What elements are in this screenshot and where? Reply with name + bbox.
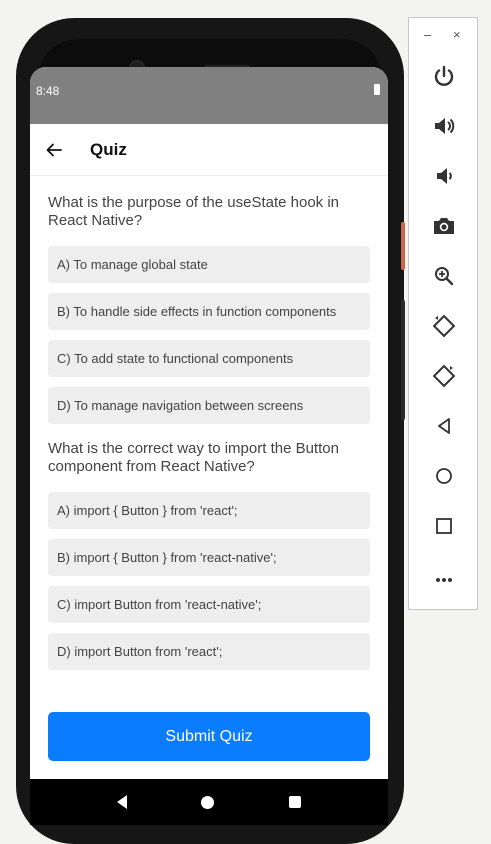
device-screen: 8:48 Quiz What is the purpose of the use… xyxy=(30,67,388,779)
close-button[interactable]: × xyxy=(453,28,461,41)
zoom-in-icon[interactable] xyxy=(409,259,479,293)
question-block: What is the purpose of the useState hook… xyxy=(48,194,370,424)
more-icon[interactable] xyxy=(409,563,479,597)
answer-option[interactable]: B) import { Button } from 'react-native'… xyxy=(48,539,370,576)
nav-back-icon[interactable] xyxy=(117,795,128,809)
rotate-right-icon[interactable] xyxy=(409,359,479,393)
emulator-toolbar: – × xyxy=(408,17,478,610)
quiz-list[interactable]: What is the purpose of the useState hook… xyxy=(30,176,388,686)
answer-option[interactable]: C) import Button from 'react-native'; xyxy=(48,586,370,623)
answer-option[interactable]: A) import { Button } from 'react'; xyxy=(48,492,370,529)
status-bar: 8:48 xyxy=(30,67,388,124)
question-text: What is the purpose of the useState hook… xyxy=(48,194,340,229)
home-icon[interactable] xyxy=(409,459,479,493)
rotate-left-icon[interactable] xyxy=(409,309,479,343)
app-header: Quiz xyxy=(30,124,388,176)
page-title: Quiz xyxy=(90,139,127,159)
arrow-left-icon[interactable] xyxy=(44,140,64,160)
overview-icon[interactable] xyxy=(409,509,479,543)
question-text: What is the correct way to import the Bu… xyxy=(48,440,339,475)
battery-icon xyxy=(374,84,380,95)
device-volume-button[interactable] xyxy=(401,300,405,420)
question-block: What is the correct way to import the Bu… xyxy=(48,440,370,670)
status-time: 8:48 xyxy=(36,84,60,98)
power-icon[interactable] xyxy=(409,59,479,93)
volume-down-icon[interactable] xyxy=(409,159,479,193)
system-nav-bar xyxy=(30,779,388,825)
camera-icon[interactable] xyxy=(409,209,479,243)
nav-home-icon[interactable] xyxy=(201,795,215,809)
submit-quiz-button[interactable]: Submit Quiz xyxy=(48,712,370,761)
nav-overview-icon[interactable] xyxy=(288,796,301,808)
answer-option[interactable]: B) To handle side effects in function co… xyxy=(48,293,370,330)
answer-option[interactable]: A) To manage global state xyxy=(48,246,370,283)
minimize-button[interactable]: – xyxy=(424,28,431,41)
answer-option[interactable]: D) To manage navigation between screens xyxy=(48,387,370,424)
volume-up-icon[interactable] xyxy=(409,109,479,143)
answer-option[interactable]: D) import Button from 'react'; xyxy=(48,633,370,670)
answer-option[interactable]: C) To add state to functional components xyxy=(48,340,370,377)
back-icon[interactable] xyxy=(409,409,479,443)
device-side-button[interactable] xyxy=(401,222,405,270)
